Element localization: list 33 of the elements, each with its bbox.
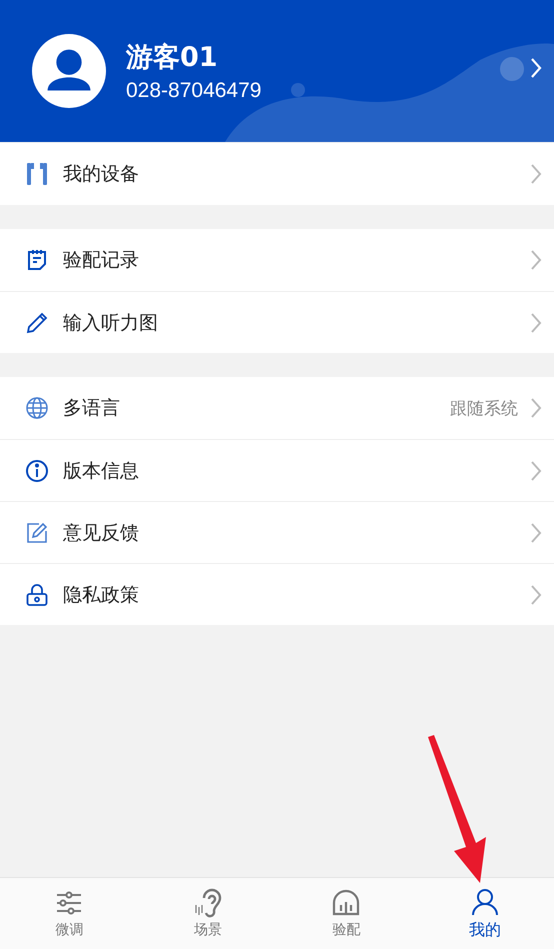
tab[interactable]: 场景	[138, 878, 277, 949]
tab[interactable]: 验配	[277, 878, 416, 949]
menu-item[interactable]: 意见反馈	[0, 501, 554, 563]
menu-item[interactable]: 版本信息	[0, 439, 554, 501]
edit-icon	[25, 520, 49, 544]
notepad-icon	[25, 248, 49, 272]
menu-item[interactable]: 隐私政策	[0, 563, 554, 625]
pen-icon	[25, 310, 49, 334]
person-icon	[470, 886, 500, 916]
ear-icon	[192, 888, 223, 918]
profile-header[interactable]: 游客01 028-87046479	[0, 0, 554, 142]
chevron-icon	[530, 312, 542, 334]
headphones-icon	[331, 888, 362, 918]
menu-item[interactable]: 多语言 跟随系统	[0, 377, 554, 439]
menu-item[interactable]: 我的设备	[0, 143, 554, 205]
menu-item[interactable]: 输入听力图	[0, 291, 554, 353]
tab[interactable]: 微调	[0, 878, 138, 949]
chevron-icon	[530, 522, 542, 544]
chevron-icon	[530, 249, 542, 271]
chevron-icon	[530, 397, 542, 419]
avatar-icon	[32, 34, 106, 108]
globe-icon	[25, 396, 49, 420]
earphones-icon	[25, 162, 49, 186]
user-name: 游客01	[126, 41, 219, 75]
chevron-icon	[530, 584, 542, 606]
menu-item[interactable]: 验配记录	[0, 229, 554, 291]
chevron-icon	[530, 163, 542, 185]
tab[interactable]: 我的	[416, 878, 554, 949]
info-icon	[25, 458, 49, 482]
lock-icon	[25, 582, 49, 606]
phone-number: 028-87046479	[126, 79, 262, 103]
chevron-icon	[530, 460, 542, 482]
chevron-icon	[530, 57, 542, 79]
